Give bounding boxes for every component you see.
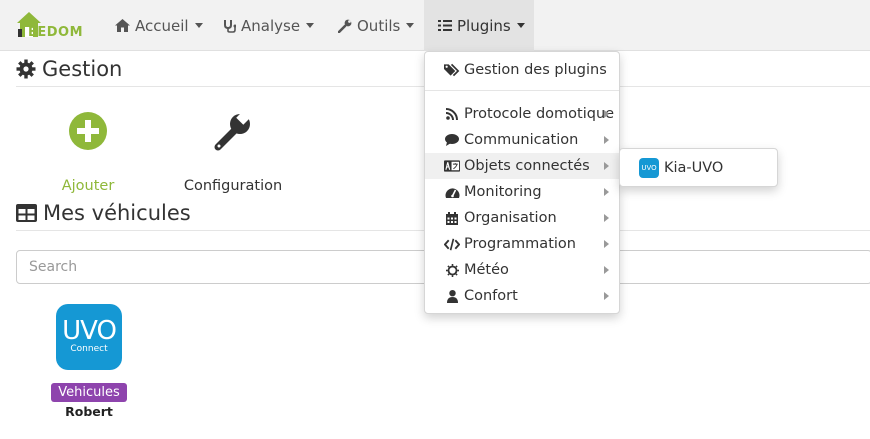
menu-item-label: Programmation — [464, 236, 576, 252]
menu-item-objets-connectes[interactable]: Objets connectés — [425, 153, 619, 179]
search-placeholder: Search — [29, 259, 78, 275]
uvo-logo-text: UVO — [62, 316, 117, 346]
submenu-item-kia-uvo[interactable]: UVO Kia-UVO — [620, 155, 777, 181]
caret-right-icon — [604, 188, 609, 196]
plugins-dropdown: Gestion des plugins Protocole domotique … — [424, 51, 620, 314]
menu-divider — [425, 90, 619, 91]
table-icon — [16, 204, 37, 222]
code-icon — [444, 238, 460, 251]
vehicle-name: Robert — [65, 404, 113, 419]
caret-right-icon — [604, 162, 609, 170]
add-label: Ajouter — [61, 178, 115, 194]
nav-analyse[interactable]: Analyse — [210, 0, 328, 51]
menu-item-label: Objets connectés — [464, 158, 590, 174]
cog-icon — [16, 59, 36, 79]
nav-accueil-label: Accueil — [135, 16, 189, 35]
menu-item-label: Protocole domotique — [464, 106, 615, 122]
menu-item-monitoring[interactable]: Monitoring — [425, 179, 619, 205]
vehicle-badge: Vehicules — [51, 383, 127, 402]
logo-text: EEDOM — [28, 25, 84, 40]
submenu-item-label: Kia-UVO — [664, 160, 724, 176]
caret-down-icon — [194, 23, 203, 28]
caret-right-icon — [604, 214, 609, 222]
comment-icon — [444, 134, 460, 146]
language-icon — [444, 160, 460, 172]
calendar-icon — [444, 211, 460, 225]
uvo-mini-logo: UVO — [639, 158, 659, 178]
vehicle-card[interactable]: UVO Connect Vehicules Robert — [50, 300, 128, 419]
jeedom-logo[interactable]: EEDOM — [14, 9, 88, 43]
caret-right-icon — [604, 266, 609, 274]
wrench-icon — [214, 112, 252, 151]
nav-plugins-label: Plugins — [457, 16, 511, 35]
configuration-label: Configuration — [183, 178, 283, 194]
wrench-icon — [338, 19, 352, 33]
menu-item-organisation[interactable]: Organisation — [425, 205, 619, 231]
tachometer-icon — [444, 186, 460, 199]
uvo-logo-subtext: Connect — [70, 344, 108, 354]
menu-item-label: Organisation — [464, 210, 557, 226]
home-icon — [115, 19, 130, 32]
tasks-icon — [438, 19, 452, 32]
caret-right-icon — [604, 292, 609, 300]
nav-analyse-label: Analyse — [241, 16, 301, 35]
uvo-mini-logo-text: UVO — [641, 164, 657, 172]
nav-plugins[interactable]: Plugins — [424, 0, 534, 51]
nav-outils-label: Outils — [357, 16, 401, 35]
sun-icon — [444, 263, 460, 277]
caret-right-icon — [604, 110, 609, 118]
menu-item-confort[interactable]: Confort — [425, 283, 619, 309]
top-navbar: EEDOM Accueil Analyse Outils Plugins — [0, 0, 870, 51]
menu-item-label: Confort — [464, 288, 518, 304]
menu-item-meteo[interactable]: Météo — [425, 257, 619, 283]
menu-item-label: Monitoring — [464, 184, 542, 200]
caret-right-icon — [604, 136, 609, 144]
configuration-button[interactable]: Configuration — [178, 112, 288, 194]
gestion-title-text: Gestion — [42, 57, 123, 81]
menu-item-manage-plugins[interactable]: Gestion des plugins — [425, 57, 619, 83]
menu-item-programmation[interactable]: Programmation — [425, 231, 619, 257]
caret-down-icon — [516, 23, 525, 28]
menu-item-protocole-domotique[interactable]: Protocole domotique — [425, 101, 619, 127]
stethoscope-icon — [224, 19, 236, 33]
tags-icon — [444, 63, 460, 77]
caret-down-icon — [406, 23, 415, 28]
plus-circle-icon — [69, 112, 107, 150]
menu-item-label: Météo — [464, 262, 509, 278]
vehicles-title: Mes véhicules — [16, 201, 191, 225]
nav-outils[interactable]: Outils — [324, 0, 428, 51]
gestion-title: Gestion — [16, 57, 122, 81]
user-icon — [444, 289, 460, 303]
menu-item-label: Communication — [464, 132, 579, 148]
uvo-connect-logo: UVO Connect — [56, 304, 122, 370]
caret-down-icon — [306, 23, 315, 28]
menu-item-communication[interactable]: Communication — [425, 127, 619, 153]
nav-accueil[interactable]: Accueil — [101, 0, 217, 51]
objets-connectes-submenu: UVO Kia-UVO — [619, 148, 778, 187]
vehicles-title-text: Mes véhicules — [43, 201, 191, 225]
menu-item-manage-label: Gestion des plugins — [464, 62, 607, 78]
add-button[interactable]: Ajouter — [33, 112, 143, 194]
rss-icon — [444, 108, 460, 120]
caret-right-icon — [604, 240, 609, 248]
